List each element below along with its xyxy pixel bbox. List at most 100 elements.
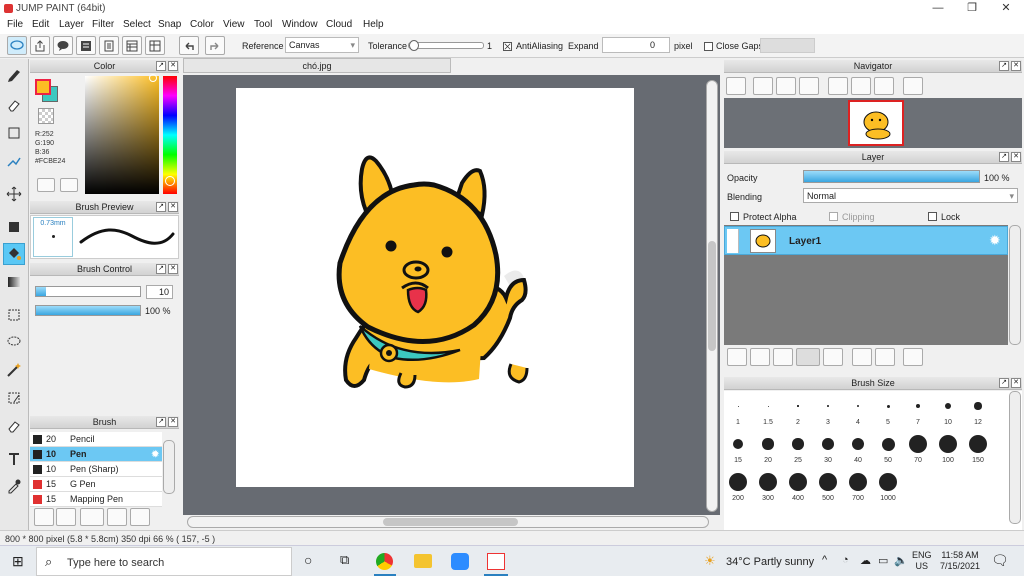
menu-snap[interactable]: Snap bbox=[158, 19, 181, 30]
new-raster-layer-icon[interactable] bbox=[750, 348, 770, 366]
layer-opacity-slider[interactable] bbox=[803, 170, 980, 183]
navigator-thumbnail[interactable] bbox=[848, 100, 904, 146]
panel-close-icon[interactable]: ✕ bbox=[168, 417, 178, 427]
select-eraser-icon[interactable] bbox=[3, 415, 25, 437]
brush-size-slider[interactable] bbox=[35, 286, 141, 297]
text-tool-icon[interactable] bbox=[3, 448, 25, 470]
brush-size-option[interactable]: 5 bbox=[873, 393, 903, 431]
brush-size-option[interactable]: 150 bbox=[963, 431, 993, 469]
brush-size-option[interactable]: 15 bbox=[723, 431, 753, 469]
rotate-left-icon[interactable] bbox=[828, 77, 848, 95]
blending-select[interactable]: Normal ▾ bbox=[803, 188, 1018, 203]
brush-size-option[interactable]: 7 bbox=[903, 393, 933, 431]
layer-list-scrollbar[interactable] bbox=[1009, 225, 1021, 345]
magic-wand-icon[interactable] bbox=[3, 359, 25, 381]
brush-size-option[interactable]: 400 bbox=[783, 469, 813, 507]
brush-size-option[interactable]: 1000 bbox=[873, 469, 903, 507]
hue-cursor[interactable] bbox=[165, 176, 175, 186]
picker-cursor[interactable] bbox=[149, 74, 157, 82]
layer-row[interactable]: Layer1 ✹ bbox=[724, 226, 1008, 255]
weather-icon[interactable]: ☀ bbox=[704, 553, 716, 569]
gear-icon[interactable]: ✹ bbox=[151, 447, 159, 462]
antialiasing-checkbox[interactable] bbox=[503, 42, 512, 51]
transparent-swatch[interactable] bbox=[38, 108, 54, 124]
panel-close-icon[interactable]: ✕ bbox=[168, 61, 178, 71]
brush-size-option[interactable]: 1 bbox=[723, 393, 753, 431]
undock-icon[interactable]: ↗ bbox=[999, 378, 1009, 388]
undock-icon[interactable]: ↗ bbox=[156, 417, 166, 427]
brush-size-option[interactable]: 30 bbox=[813, 431, 843, 469]
duplicate-layer-icon[interactable] bbox=[852, 348, 872, 366]
brush-size-input[interactable]: 10 bbox=[146, 285, 173, 299]
menu-filter[interactable]: Filter bbox=[92, 19, 114, 30]
panel-close-icon[interactable]: ✕ bbox=[1011, 378, 1021, 388]
line-tool-icon[interactable] bbox=[3, 150, 25, 172]
notification-icon[interactable]: 🗨 bbox=[991, 552, 1009, 569]
close-gaps-checkbox[interactable] bbox=[704, 42, 713, 51]
brush-folder-icon[interactable] bbox=[130, 508, 150, 526]
brush-list-item[interactable]: 10 Pen ✹ bbox=[30, 447, 162, 462]
grid-settings-icon[interactable] bbox=[145, 36, 165, 55]
brush-list-item[interactable]: 20 Pencil bbox=[30, 432, 162, 447]
brush-size-option[interactable]: 3 bbox=[813, 393, 843, 431]
brush-size-option[interactable]: 40 bbox=[843, 431, 873, 469]
brush-size-option[interactable]: 200 bbox=[723, 469, 753, 507]
bucket-tool-icon[interactable] bbox=[3, 243, 25, 265]
menu-window[interactable]: Window bbox=[282, 19, 318, 30]
chrome-icon[interactable] bbox=[376, 553, 393, 570]
gear-icon[interactable]: ✹ bbox=[989, 232, 1001, 249]
rotate-right-icon[interactable] bbox=[874, 77, 894, 95]
select-pen-icon[interactable] bbox=[3, 387, 25, 409]
folder-icon[interactable] bbox=[823, 348, 843, 366]
zoom-in-icon[interactable] bbox=[726, 77, 746, 95]
brush-size-option[interactable]: 70 bbox=[903, 431, 933, 469]
brush-settings-icon[interactable] bbox=[34, 508, 54, 526]
menu-layer[interactable]: Layer bbox=[59, 19, 84, 30]
weather-text[interactable]: 34°C Partly sunny bbox=[726, 556, 814, 568]
network-icon[interactable]: ◔ bbox=[842, 554, 849, 566]
brush-size-option[interactable]: 10 bbox=[933, 393, 963, 431]
brush-menu-icon[interactable] bbox=[80, 508, 104, 526]
brush-list-item[interactable]: 15 G Pen bbox=[30, 477, 162, 492]
brush-size-option[interactable]: 50 bbox=[873, 431, 903, 469]
fill-rect-icon[interactable] bbox=[3, 216, 25, 238]
undock-icon[interactable]: ↗ bbox=[156, 61, 166, 71]
undock-icon[interactable]: ↗ bbox=[156, 264, 166, 274]
chevron-up-icon[interactable]: ^ bbox=[822, 554, 827, 566]
undock-icon[interactable]: ↗ bbox=[156, 202, 166, 212]
menu-cloud[interactable]: Cloud bbox=[326, 19, 352, 30]
layer-type-menu-icon[interactable] bbox=[796, 348, 820, 366]
menu-select[interactable]: Select bbox=[123, 19, 151, 30]
file-explorer-icon[interactable] bbox=[414, 554, 432, 568]
document-canvas[interactable] bbox=[236, 88, 634, 487]
share-icon[interactable] bbox=[30, 36, 50, 55]
brush-list-item[interactable]: 10 Pen (Sharp) bbox=[30, 462, 162, 477]
menu-help[interactable]: Help bbox=[363, 19, 384, 30]
color-history-icon[interactable] bbox=[60, 178, 78, 192]
lock-checkbox[interactable] bbox=[928, 212, 937, 221]
panel-close-icon[interactable]: ✕ bbox=[168, 202, 178, 212]
volume-icon[interactable]: 🔈 bbox=[894, 554, 908, 567]
menu-file[interactable]: File bbox=[7, 19, 23, 30]
brush-copy-icon[interactable] bbox=[107, 508, 127, 526]
panel-layout-icon[interactable] bbox=[122, 36, 142, 55]
flip-icon[interactable] bbox=[903, 77, 923, 95]
fit-screen-icon[interactable] bbox=[776, 77, 796, 95]
maximize-button[interactable]: ❐ bbox=[955, 0, 989, 17]
visibility-eye-icon[interactable] bbox=[727, 229, 739, 253]
undo-icon[interactable] bbox=[179, 36, 199, 55]
brush-tool-icon[interactable] bbox=[3, 65, 25, 87]
new-layer-icon[interactable] bbox=[727, 348, 747, 366]
brush-size-option[interactable]: 500 bbox=[813, 469, 843, 507]
gradient-tool-icon[interactable] bbox=[3, 271, 25, 293]
protect-alpha-checkbox[interactable] bbox=[730, 212, 739, 221]
cortana-icon[interactable]: ○ bbox=[304, 552, 312, 568]
text-box-icon[interactable] bbox=[76, 36, 96, 55]
brush-list-item[interactable]: 15 Mapping Pen bbox=[30, 492, 162, 507]
v-scroll-thumb[interactable] bbox=[708, 241, 716, 351]
lasso-select-icon[interactable] bbox=[3, 331, 25, 353]
menu-color[interactable]: Color bbox=[190, 19, 214, 30]
select-dotted-icon[interactable] bbox=[3, 304, 25, 326]
new-vector-layer-icon[interactable] bbox=[773, 348, 793, 366]
panel-close-icon[interactable]: ✕ bbox=[1011, 61, 1021, 71]
